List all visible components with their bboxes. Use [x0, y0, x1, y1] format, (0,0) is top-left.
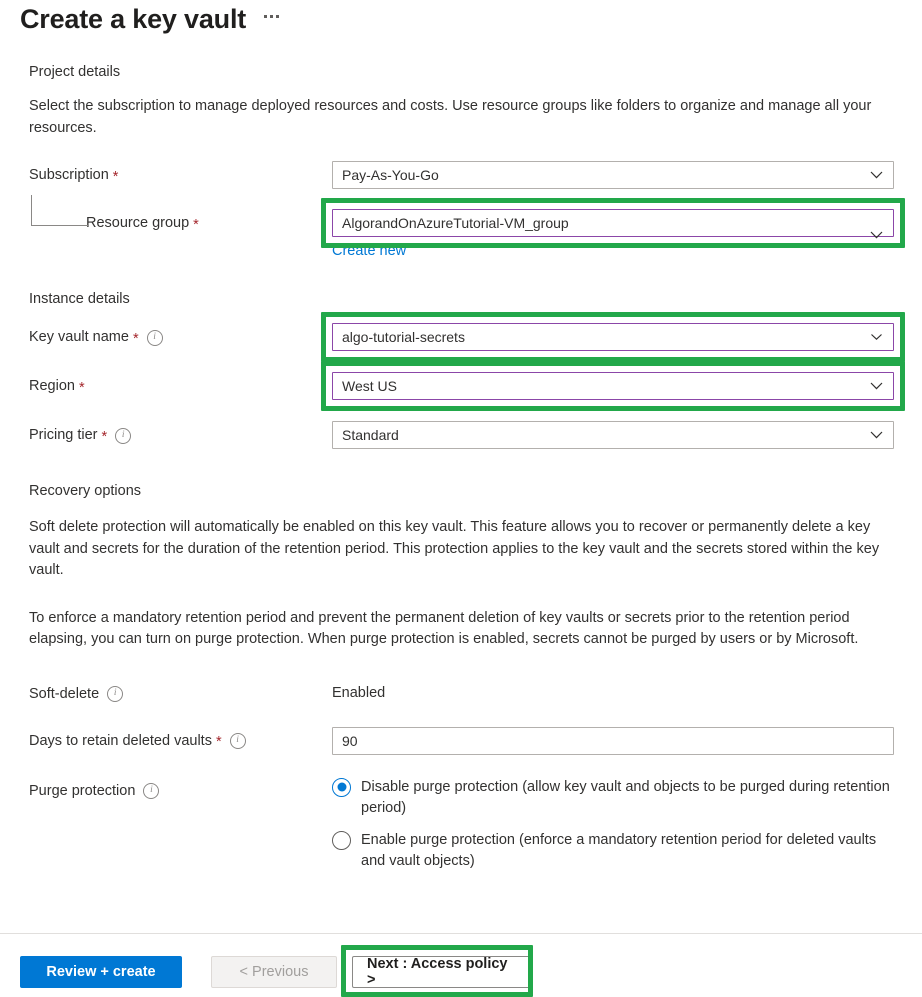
radio-selected-icon	[332, 777, 351, 797]
section-instance-details-heading: Instance details	[29, 291, 130, 307]
info-icon[interactable]: i	[229, 733, 246, 749]
purge-protection-label-text: Purge protection	[29, 782, 136, 799]
pricing-tier-label: Pricing tier * i	[29, 421, 332, 446]
region-label: Region *	[29, 372, 332, 397]
info-icon[interactable]: i	[143, 783, 160, 799]
required-asterisk: *	[132, 330, 139, 347]
page-header: Create a key vault	[20, 0, 280, 38]
required-asterisk: *	[193, 216, 199, 233]
required-asterisk: *	[101, 428, 108, 445]
days-to-retain-field-wrap: 90	[332, 726, 894, 755]
next-access-policy-button[interactable]: Next : Access policy >	[352, 956, 532, 988]
next-button-wrap: Next : Access policy >	[337, 945, 533, 997]
info-icon[interactable]: i	[115, 427, 132, 444]
resource-group-dropdown[interactable]: AlgorandOnAzureTutorial-VM_group	[332, 209, 894, 237]
footer-divider	[0, 933, 922, 934]
soft-delete-value: Enabled	[332, 684, 386, 701]
required-asterisk: *	[112, 168, 119, 185]
subscription-label: Subscription *	[29, 161, 332, 186]
info-icon[interactable]: i	[107, 686, 124, 702]
row-region: Region * West US	[29, 361, 905, 411]
purge-protection-radio-group: Disable purge protection (allow key vaul…	[332, 777, 894, 872]
create-new-resource-group-link[interactable]: Create new	[332, 241, 406, 261]
region-dropdown[interactable]: West US	[332, 372, 894, 400]
purge-protection-field-wrap: Disable purge protection (allow key vaul…	[332, 777, 894, 883]
recovery-paragraph-1: Soft delete protection will automaticall…	[29, 519, 880, 578]
radio-label: Disable purge protection (allow key vaul…	[361, 778, 890, 816]
dot	[276, 14, 280, 18]
soft-delete-label-text: Soft-delete	[29, 685, 100, 702]
previous-button[interactable]: < Previous	[211, 955, 337, 988]
region-label-text: Region	[29, 378, 75, 394]
row-days-to-retain: Days to retain deleted vaults * i 90	[29, 726, 894, 755]
tree-connector-line	[31, 195, 88, 226]
subscription-label-text: Subscription	[29, 167, 109, 183]
dot	[270, 14, 274, 18]
soft-delete-label: Soft-delete i	[29, 680, 332, 705]
wizard-footer: Review + create < Previous Next : Access…	[20, 945, 533, 997]
key-vault-name-field-wrap: algo-tutorial-secrets	[321, 312, 905, 362]
resource-group-value: AlgorandOnAzureTutorial-VM_group	[342, 215, 569, 231]
key-vault-name-label-text: Key vault name	[29, 329, 129, 345]
purge-protection-label: Purge protection i	[29, 777, 332, 802]
pricing-tier-value: Standard	[342, 427, 399, 443]
subscription-value: Pay-As-You-Go	[342, 167, 439, 183]
create-key-vault-form: Project details Select the subscription …	[29, 62, 905, 883]
subscription-dropdown[interactable]: Pay-As-You-Go	[332, 161, 894, 189]
project-details-description: Select the subscription to manage deploy…	[29, 98, 872, 136]
region-value: West US	[342, 378, 397, 394]
soft-delete-field-wrap: Enabled	[332, 680, 894, 704]
page-title: Create a key vault	[20, 4, 247, 34]
key-vault-name-label: Key vault name * i	[29, 323, 332, 348]
required-asterisk: *	[78, 379, 85, 396]
resource-group-field-wrap: AlgorandOnAzureTutorial-VM_group Create …	[321, 198, 905, 261]
subscription-field-wrap: Pay-As-You-Go	[332, 161, 894, 189]
pricing-tier-label-text: Pricing tier	[29, 427, 98, 443]
row-soft-delete: Soft-delete i Enabled	[29, 680, 894, 705]
region-field-wrap: West US	[321, 361, 905, 411]
key-vault-name-value: algo-tutorial-secrets	[342, 329, 465, 345]
pricing-tier-dropdown[interactable]: Standard	[332, 421, 894, 449]
row-key-vault-name: Key vault name * i algo-tutorial-secrets	[29, 312, 905, 362]
info-icon[interactable]: i	[146, 329, 163, 346]
days-to-retain-value: 90	[342, 732, 358, 749]
row-subscription: Subscription * Pay-As-You-Go	[29, 161, 894, 189]
section-recovery-options-heading: Recovery options	[29, 483, 142, 499]
recovery-paragraph-2: To enforce a mandatory retention period …	[29, 609, 859, 648]
required-asterisk: *	[215, 734, 222, 750]
review-create-button[interactable]: Review + create	[20, 955, 182, 988]
resource-group-label-text: Resource group	[86, 215, 190, 231]
row-purge-protection: Purge protection i Disable purge protect…	[29, 777, 894, 883]
resource-group-label: Resource group *	[29, 195, 332, 234]
radio-unselected-icon	[332, 830, 351, 850]
radio-disable-purge-protection[interactable]: Disable purge protection (allow key vaul…	[332, 777, 894, 819]
days-to-retain-label: Days to retain deleted vaults * i	[29, 727, 332, 752]
section-project-details-heading: Project details	[29, 64, 121, 80]
more-options-icon[interactable]	[264, 14, 280, 24]
row-resource-group: Resource group * AlgorandOnAzureTutorial…	[29, 195, 905, 261]
radio-label: Enable purge protection (enforce a manda…	[361, 831, 877, 869]
radio-enable-purge-protection[interactable]: Enable purge protection (enforce a manda…	[332, 830, 894, 872]
row-pricing-tier: Pricing tier * i Standard	[29, 421, 894, 449]
days-to-retain-label-text: Days to retain deleted vaults	[29, 732, 212, 749]
dot	[264, 14, 268, 18]
key-vault-name-input[interactable]: algo-tutorial-secrets	[332, 323, 894, 351]
days-to-retain-input[interactable]: 90	[332, 726, 894, 755]
pricing-tier-field-wrap: Standard	[332, 421, 894, 449]
